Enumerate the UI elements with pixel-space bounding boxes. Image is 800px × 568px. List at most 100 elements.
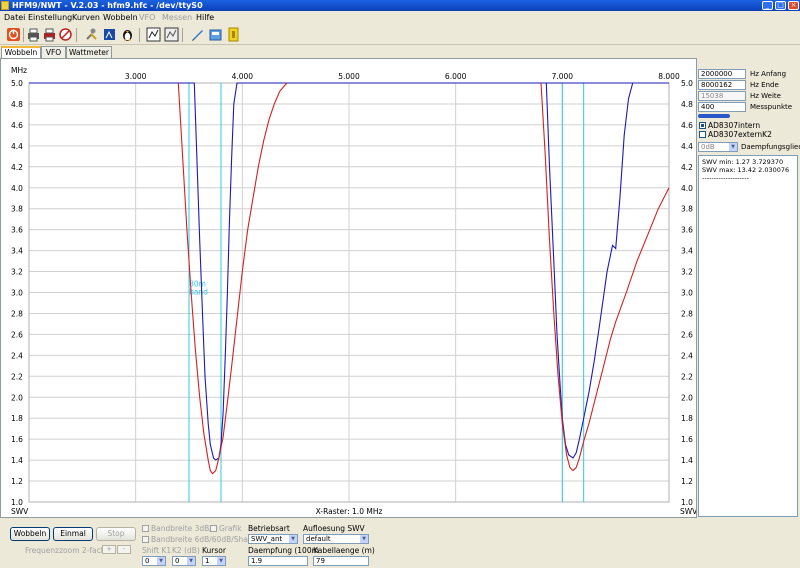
toolbar — [0, 25, 800, 45]
y-tick-label-left: 2.6 — [11, 330, 23, 339]
attenuator-value: 0dB — [701, 143, 715, 151]
start-frequency-input[interactable]: 2000000 — [698, 69, 746, 79]
ad8307-extern-checkbox[interactable] — [699, 131, 706, 138]
y-tick-label-right: 3.4 — [681, 247, 693, 256]
y-tick-label-right: 2.0 — [681, 393, 693, 402]
ad8307-extern-label: AD8307externK2 — [708, 130, 772, 139]
y-tick-label-left: 2.8 — [11, 309, 23, 318]
tools-icon[interactable] — [84, 27, 99, 42]
betriebsart-select[interactable]: SWV_ant ▼ — [248, 534, 298, 544]
y-tick-label-right: 2.6 — [681, 330, 693, 339]
toolbar-separator — [76, 28, 77, 42]
menu-messen[interactable]: Messen — [162, 13, 192, 22]
menu-datei[interactable]: Datei — [4, 13, 25, 22]
y-tick-label-left: 4.2 — [11, 163, 23, 172]
stop-button[interactable]: Stop — [96, 527, 136, 541]
printer-color-icon[interactable] — [42, 27, 57, 42]
menu-kurven[interactable]: Kurven — [72, 13, 100, 22]
bottom-controls: Wobbeln Einmal Stop Frequenzzoom 2-fach … — [0, 518, 800, 568]
k2-select[interactable]: 0 ▼ — [172, 556, 196, 566]
open-icon[interactable] — [208, 27, 223, 42]
y-tick-label-left: 5.0 — [11, 79, 23, 88]
einmal-button[interactable]: Einmal — [53, 527, 93, 541]
x-tick-label: 6.000 — [445, 72, 467, 81]
start-frequency-label: Hz Anfang — [750, 70, 787, 78]
info-icon[interactable] — [226, 27, 241, 42]
y-tick-label-left: 2.4 — [11, 351, 23, 360]
attenuator-select[interactable]: 0dB ▼ — [698, 142, 738, 152]
calibrate-icon[interactable] — [102, 27, 117, 42]
y-tick-label-right: 1.2 — [681, 477, 693, 486]
progress-bar — [698, 114, 730, 118]
shift-k1-label: Shift K1 — [142, 546, 172, 555]
menu-einstellung[interactable]: Einstellung — [28, 13, 72, 22]
y-tick-label-right: 3.6 — [681, 226, 693, 235]
y-tick-label-right: 3.2 — [681, 268, 693, 277]
aufloesung-value: default — [306, 535, 331, 543]
menu-hilfe[interactable]: Hilfe — [196, 13, 214, 22]
penguin-icon[interactable] — [120, 27, 135, 42]
zoom-out-button[interactable]: - — [117, 545, 131, 554]
tab-vfo[interactable]: VFO — [41, 46, 66, 58]
bandwidth-6db-checkbox[interactable] — [142, 536, 149, 543]
minimize-button[interactable]: _ — [762, 1, 773, 10]
screenshot-icon[interactable] — [146, 27, 161, 42]
maximize-button[interactable]: □ — [775, 1, 786, 10]
series-line-red — [540, 82, 670, 472]
y-tick-label-right: 1.4 — [681, 456, 693, 465]
y-tick-label-left: 1.6 — [11, 435, 23, 444]
kabellaenge-input[interactable]: 79 — [313, 556, 369, 566]
sweep-plot-panel: 1.0 1.0 1.2 1.2 1.4 1.4 1.6 1.6 1.8 1.8 2.0 2.0 2.2 2… — [0, 58, 697, 518]
bandwidth-3db-checkbox[interactable] — [142, 525, 149, 532]
tab-wattmeter[interactable]: Wattmeter — [66, 46, 112, 58]
kabellaenge-label: Kabellaenge (m) — [313, 546, 375, 555]
toolbar-separator — [23, 28, 24, 42]
x-tick-label: 7.000 — [552, 72, 574, 81]
y-tick-label-right: 4.2 — [681, 163, 693, 172]
measure-points-input[interactable]: 400 — [698, 102, 746, 112]
y-tick-label-left: 1.2 — [11, 477, 23, 486]
menu-vfo[interactable]: VFO — [139, 13, 155, 22]
menu-wobbeln[interactable]: Wobbeln — [103, 13, 138, 22]
y-tick-label-right: 4.6 — [681, 121, 693, 130]
screenshot2-icon[interactable] — [164, 27, 179, 42]
close-button[interactable]: × — [788, 1, 799, 10]
kursor-select[interactable]: 1 ▼ — [202, 556, 226, 566]
aufloesung-select[interactable]: default ▼ — [303, 534, 369, 544]
y-tick-label-left: 4.6 — [11, 121, 23, 130]
step-width-input[interactable]: 15038 — [698, 91, 746, 101]
k2-value: 0 — [175, 557, 180, 565]
x-unit-label: MHz — [11, 66, 27, 75]
x-tick-label: 8.000 — [658, 72, 680, 81]
toolbar-separator — [139, 28, 140, 42]
y-tick-label-left: 2.0 — [11, 393, 23, 402]
shift-k1-value: 0 — [145, 557, 150, 565]
printer-icon[interactable] — [26, 27, 41, 42]
save-icon[interactable] — [190, 27, 205, 42]
y-tick-label-left: 1.4 — [11, 456, 23, 465]
eraser-icon[interactable] — [58, 27, 73, 42]
grafik-checkbox[interactable] — [210, 525, 217, 532]
y-tick-label-left: 1.8 — [11, 414, 23, 423]
zoom-in-button[interactable]: + — [102, 545, 116, 554]
side-panel: 2000000 Hz Anfang 8000162 Hz Ende 15038 … — [697, 58, 800, 518]
y-tick-label-right: 2.4 — [681, 351, 693, 360]
daempfung-input[interactable]: 1.9 — [248, 556, 308, 566]
y-tick-label-right: 1.0 — [681, 498, 693, 507]
y-tick-label-left: 4.8 — [11, 100, 23, 109]
y-tick-label-right: 1.6 — [681, 435, 693, 444]
aufloesung-label: Aufloesung SWV — [303, 524, 365, 533]
y-tick-label-right: 4.0 — [681, 184, 693, 193]
power-icon[interactable] — [6, 27, 21, 42]
chevron-down-icon: ▼ — [289, 535, 297, 543]
y-axis-label-right: SWV — [680, 507, 696, 516]
y-tick-label-left: 4.0 — [11, 184, 23, 193]
shift-k1-select[interactable]: 0 ▼ — [142, 556, 166, 566]
sweep-plot[interactable]: 1.0 1.0 1.2 1.2 1.4 1.4 1.6 1.6 1.8 1.8 2.0 2.0 2.2 2… — [1, 59, 696, 517]
wobbeln-button[interactable]: Wobbeln — [10, 527, 50, 541]
attenuator-label: Daempfungsglied — [741, 143, 800, 151]
y-tick-label-left: 3.8 — [11, 205, 23, 214]
end-frequency-input[interactable]: 8000162 — [698, 80, 746, 90]
x-axis-label: X-Raster: 1.0 MHz — [316, 507, 383, 516]
ad8307-intern-radio[interactable] — [699, 122, 706, 129]
